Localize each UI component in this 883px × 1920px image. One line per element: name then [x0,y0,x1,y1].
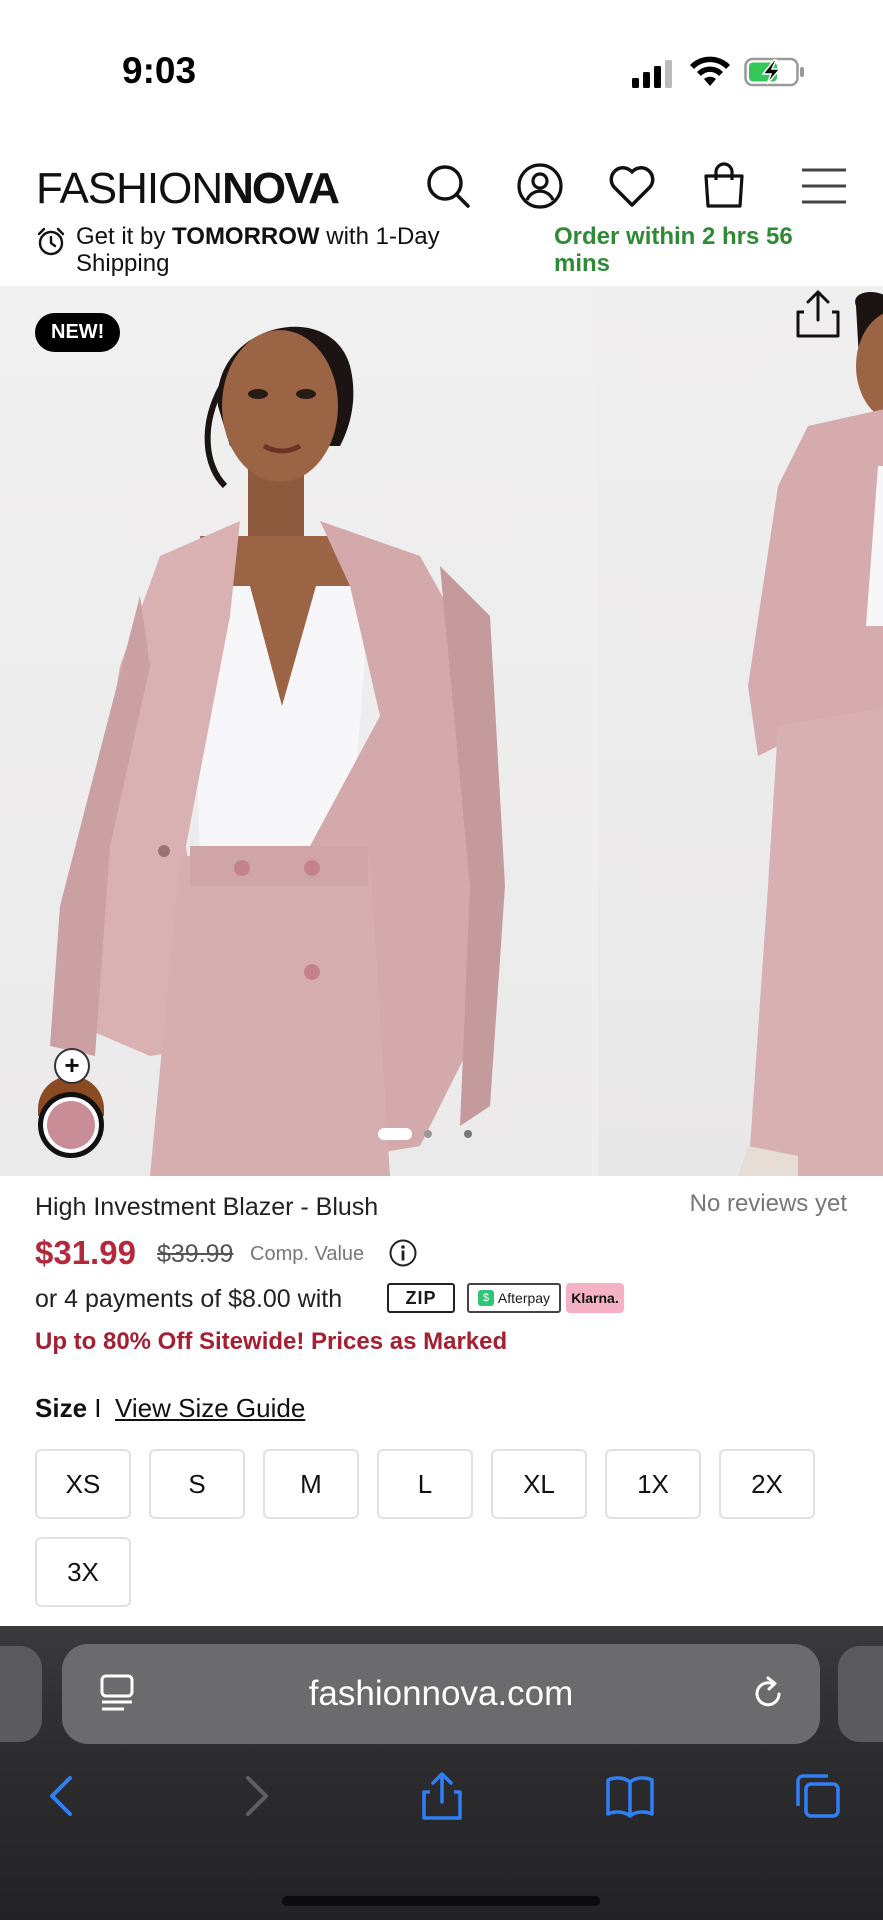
share-icon[interactable] [414,1768,470,1824]
size-option-s[interactable]: S [149,1449,245,1519]
signal-icon [632,60,672,88]
back-icon[interactable] [36,1768,92,1824]
share-image-icon[interactable] [790,286,846,342]
product-title: High Investment Blazer - Blush [35,1193,379,1221]
reload-icon[interactable] [748,1674,788,1714]
size-option-1x[interactable]: 1X [605,1449,701,1519]
comp-value-label: Comp. Value [250,1243,365,1265]
size-option-2x[interactable]: 2X [719,1449,815,1519]
wishlist-heart-icon[interactable] [606,160,658,212]
alarm-clock-icon [37,227,65,256]
size-option-3x[interactable]: 3X [35,1537,131,1607]
previous-tab-preview[interactable] [0,1646,42,1742]
bookmarks-icon[interactable] [602,1768,658,1824]
size-option-m[interactable]: M [263,1449,359,1519]
shopping-bag-icon[interactable] [698,160,750,212]
carousel-dot[interactable] [424,1130,432,1138]
delivery-banner: Get it by TOMORROW with 1-Day Shipping O… [36,223,856,279]
delivery-highlight: TOMORROW [172,223,320,250]
wifi-icon [690,56,730,86]
delivery-text: Get it by TOMORROW with 1-Day Shipping [76,223,516,277]
logo-light-text: FASHION [36,164,223,213]
url-text[interactable]: fashionnova.com [62,1674,820,1714]
color-swatch-blush[interactable] [38,1092,104,1158]
model-side-illustration [738,292,883,1176]
promo-message: Up to 80% Off Sitewide! Prices as Marked [35,1328,508,1355]
search-icon[interactable] [422,160,474,212]
afterpay-label: Afterpay [497,1290,551,1306]
next-tab-preview[interactable] [838,1646,883,1742]
size-option-l[interactable]: L [377,1449,473,1519]
logo-bold-text: NOVA [222,164,340,213]
afterpay-mark-icon: $ [477,1290,494,1306]
order-countdown: Order within 2 hrs 56 mins [554,223,793,277]
site-header: FASHIONNOVA [0,140,883,230]
installment-text: or 4 payments of $8.00 with [35,1285,343,1313]
size-guide-link[interactable]: View Size Guide [115,1393,305,1424]
compare-price: $39.99 [157,1240,234,1268]
battery-charging-icon [744,57,804,87]
sale-price: $31.99 [35,1234,136,1271]
zip-pay-logo[interactable]: ZIP [387,1283,455,1313]
size-option-xs[interactable]: XS [35,1449,131,1519]
product-photo-side[interactable] [598,286,883,1176]
menu-icon[interactable] [800,160,848,212]
tabs-icon[interactable] [790,1768,846,1824]
home-indicator[interactable] [282,1896,600,1906]
size-label: Size [35,1393,88,1423]
forward-icon[interactable] [226,1768,282,1824]
add-swatch-plus-icon[interactable]: + [54,1048,90,1084]
carousel-dot-active[interactable] [378,1128,412,1140]
status-time: 9:03 [122,50,197,91]
product-image-gallery[interactable]: NEW! + [0,286,883,1176]
klarna-logo[interactable]: Klarna. [566,1283,624,1313]
carousel-dot[interactable] [464,1130,472,1138]
new-badge: NEW! [35,313,121,352]
reviews-status[interactable]: No reviews yet [690,1190,847,1218]
zip-label: ZIP [405,1287,437,1308]
product-photo-front[interactable]: NEW! + [0,286,592,1176]
address-bar[interactable]: fashionnova.com [62,1644,820,1744]
installment-payments: or 4 payments of $8.00 with ZIP $ Afterpa… [35,1283,855,1315]
color-swatch-selector[interactable]: + [38,1048,106,1158]
info-icon[interactable] [388,1238,418,1268]
size-heading: Size I [35,1393,101,1424]
fashionnova-logo[interactable]: FASHIONNOVA [36,164,340,214]
status-bar: 9:03 [0,0,883,120]
size-separator: I [87,1393,102,1423]
account-icon[interactable] [514,160,566,212]
delivery-prefix: Get it by [76,223,173,250]
klarna-label: Klarna. [571,1290,619,1306]
safari-browser-bar: fashionnova.com [0,1626,883,1920]
model-illustration [50,326,505,1176]
afterpay-logo[interactable]: $ Afterpay [467,1283,561,1313]
size-option-xl[interactable]: XL [491,1449,587,1519]
